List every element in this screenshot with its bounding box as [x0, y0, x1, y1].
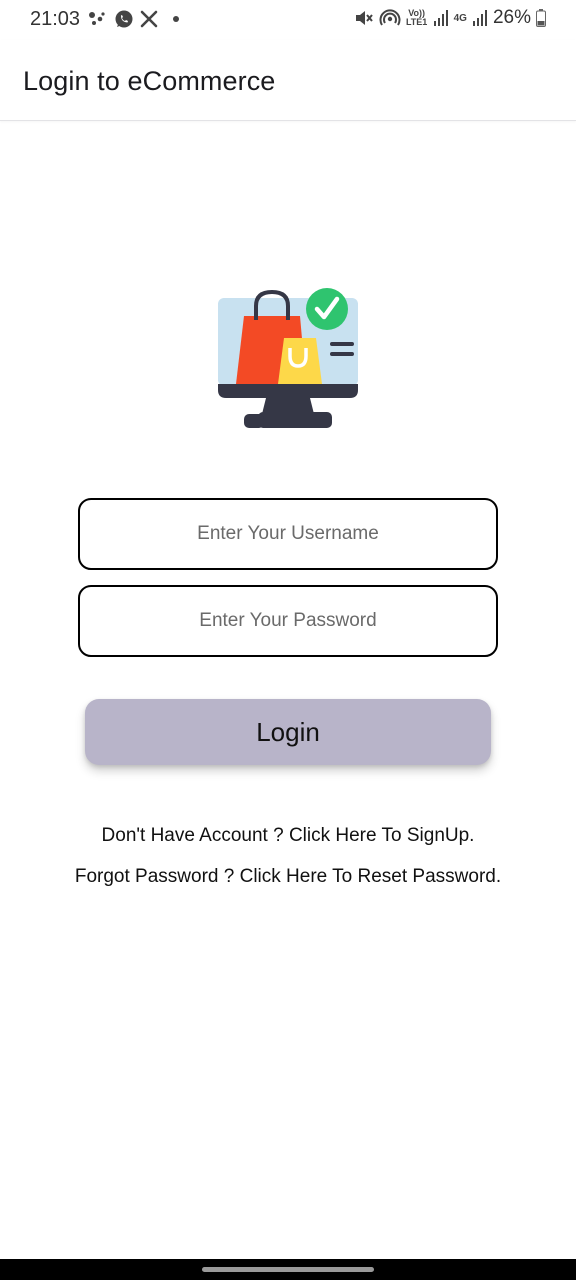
whatsapp-icon: [114, 9, 134, 29]
hotspot-icon: [379, 8, 401, 28]
ecommerce-logo-icon: [214, 286, 362, 432]
battery-percent: 26%: [492, 7, 531, 28]
status-time: 21:03: [30, 8, 81, 30]
page-title: Login to eCommerce: [23, 66, 276, 96]
reset-password-link[interactable]: Forgot Password ? Click Here To Reset Pa…: [0, 866, 576, 888]
mute-icon: [354, 8, 374, 28]
signal-icon: [433, 9, 449, 27]
login-button[interactable]: Login: [85, 699, 491, 765]
app-bar: Login to eCommerce: [0, 40, 576, 121]
signup-link[interactable]: Don't Have Account ? Click Here To SignU…: [0, 825, 576, 847]
dots-icon: [88, 10, 108, 28]
navigation-bar: [0, 1259, 576, 1280]
password-field[interactable]: [78, 585, 498, 657]
x-icon: [140, 10, 158, 28]
notification-icons: [88, 9, 180, 29]
data-4g-label: 4G: [453, 12, 467, 24]
volte-label: Vo)) LTE1: [405, 8, 428, 27]
battery-icon: [536, 9, 546, 27]
status-bar: 21:03 Vo)) LTE1 4G 26%: [0, 0, 576, 40]
username-field[interactable]: [78, 498, 498, 570]
dot-icon: [172, 15, 180, 23]
password-input[interactable]: [80, 587, 496, 655]
username-input[interactable]: [80, 500, 496, 568]
signal-icon-2: [472, 9, 488, 27]
home-gesture-handle[interactable]: [202, 1267, 374, 1272]
system-icons: Vo)) LTE1 4G 26%: [354, 7, 546, 29]
